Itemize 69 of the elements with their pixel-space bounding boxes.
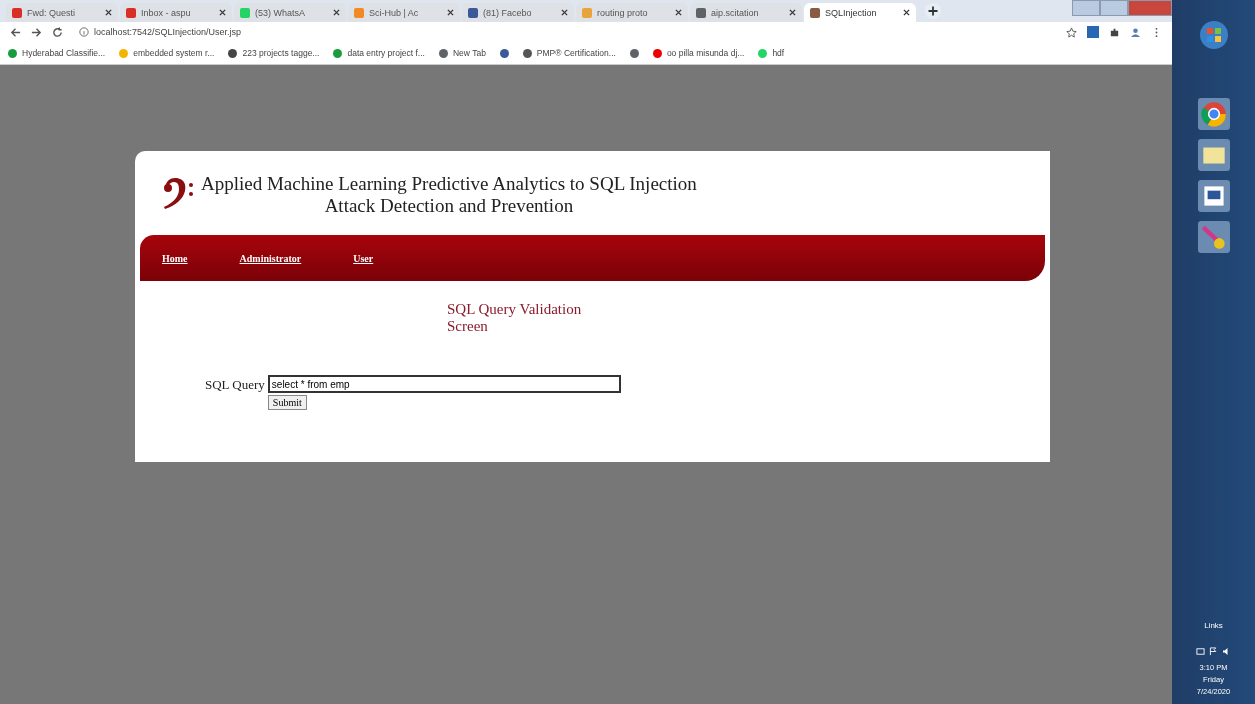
page-heading: SQL Query Validation <box>447 301 583 318</box>
browser-tab[interactable]: Inbox - aspu <box>120 3 232 22</box>
bookmark-favicon-icon <box>438 48 448 58</box>
bookmark-favicon-icon <box>522 48 532 58</box>
bookmark-favicon-icon <box>119 48 129 58</box>
bookmark[interactable]: oo pilla misunda dj... <box>652 48 745 58</box>
bookmark[interactable] <box>629 48 639 58</box>
bookmark[interactable]: New Tab <box>438 48 486 58</box>
info-icon <box>79 27 89 37</box>
back-icon[interactable] <box>10 26 21 38</box>
bookmark[interactable]: data entry project f... <box>333 48 425 58</box>
close-icon[interactable] <box>675 9 682 16</box>
bookmark[interactable]: Hyderabad Classifie... <box>8 48 106 58</box>
site-title: Applied Machine Learning Predictive Analytics to SQL Injection <box>201 173 697 195</box>
bookmark[interactable]: PMP® Certification... <box>522 48 616 58</box>
browser-tab[interactable]: Sci-Hub | Ac <box>348 3 460 22</box>
close-icon[interactable] <box>219 9 226 16</box>
bookmark[interactable]: embedded system r... <box>119 48 215 58</box>
nav-link[interactable]: Administrator <box>239 252 302 264</box>
bookmark[interactable] <box>499 48 509 58</box>
tab-favicon-icon <box>696 7 706 18</box>
bookmark[interactable]: 223 projects tagge... <box>228 48 320 58</box>
close-icon[interactable] <box>561 9 568 16</box>
tab-favicon-icon <box>126 7 136 18</box>
reload-icon[interactable] <box>52 26 63 38</box>
start-orb-icon[interactable] <box>1198 20 1229 50</box>
bookmark-favicon-icon <box>652 48 662 58</box>
forward-icon[interactable] <box>31 26 42 38</box>
query-input-field[interactable]: select * from emp <box>267 375 621 393</box>
tab-favicon-icon <box>468 7 478 18</box>
bookmark-favicon-icon <box>333 48 343 58</box>
tool-taskbar-icon[interactable] <box>1197 221 1230 253</box>
tab-favicon-icon <box>582 7 592 18</box>
tab-favicon-icon <box>354 7 364 18</box>
close-icon[interactable] <box>105 9 112 16</box>
bookmark-favicon-icon <box>8 48 17 58</box>
close-icon[interactable] <box>333 9 340 16</box>
query-label: SQL Query <box>205 377 265 394</box>
browser-tab[interactable]: (53) WhatsA <box>234 3 346 22</box>
bookmark-favicon-icon <box>499 48 509 58</box>
new-tab-icon[interactable] <box>924 2 942 20</box>
bookmark[interactable]: hdf <box>758 48 785 58</box>
puzzle-icon[interactable] <box>1109 26 1120 38</box>
submit-button[interactable]: Submit <box>267 395 307 410</box>
browser-tab[interactable]: SQLInjection <box>804 3 916 22</box>
bookmark-favicon-icon <box>629 48 639 58</box>
bookmark-favicon-icon <box>228 48 238 58</box>
tab-favicon-icon <box>12 7 22 18</box>
nav-link[interactable]: User <box>353 252 374 264</box>
links-toolbar[interactable]: Links <box>1204 621 1223 630</box>
star-icon[interactable] <box>1066 26 1077 38</box>
bookmark-favicon-icon <box>758 48 768 58</box>
close-icon[interactable] <box>447 9 454 16</box>
folder-taskbar-icon[interactable] <box>1197 139 1230 171</box>
address-bar[interactable]: localhost:7542/SQLInjection/User.jsp <box>73 24 1056 40</box>
profile-icon[interactable] <box>1130 26 1141 38</box>
page-heading: Screen <box>447 318 489 335</box>
browser-tab[interactable]: Fwd: Questi <box>6 3 118 22</box>
nav-link[interactable]: Home <box>162 252 188 264</box>
close-icon[interactable] <box>789 9 796 16</box>
browser-tab[interactable]: aip.scitation <box>690 3 802 22</box>
site-subtitle: Attack Detection and Prevention <box>324 195 574 217</box>
browser-tab[interactable]: (81) Facebo <box>462 3 574 22</box>
tab-favicon-icon <box>240 7 250 18</box>
close-icon[interactable] <box>903 9 910 16</box>
document-taskbar-icon[interactable] <box>1197 180 1230 212</box>
browser-tab[interactable]: routing proto <box>576 3 688 22</box>
tab-favicon-icon <box>810 7 820 18</box>
browser-taskbar-icon[interactable] <box>1197 98 1230 130</box>
